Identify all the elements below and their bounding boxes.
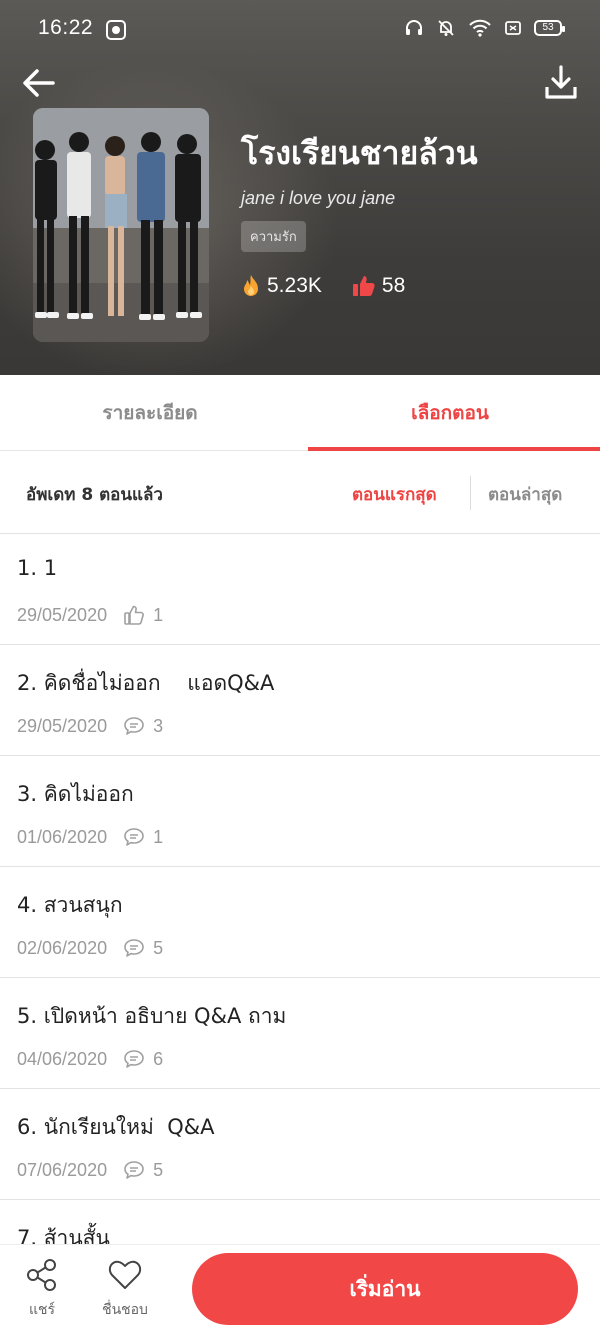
favorite-button[interactable]: ชื่นชอบ: [90, 1257, 160, 1321]
book-info: โรงเรียนชายล้วน jane i love you jane ควา…: [241, 130, 581, 298]
share-label: แชร์: [28, 1302, 56, 1318]
heart-icon: [108, 1260, 142, 1289]
favorite-label: ชื่นชอบ: [102, 1302, 148, 1318]
comment-icon: [123, 1048, 145, 1070]
comment-icon: [123, 937, 145, 959]
back-button[interactable]: [18, 62, 60, 104]
share-button[interactable]: แชร์: [7, 1257, 77, 1321]
cover-photo: [33, 108, 209, 342]
fire-icon: [244, 275, 258, 296]
episode-meta: 29/05/2020 1: [17, 604, 163, 626]
episode-title: 7. ส้านสั้น: [17, 1226, 110, 1244]
episode-meta: 04/06/2020 6: [17, 1048, 163, 1070]
episode-title: 3. คิดไม่ออก: [17, 782, 134, 806]
episode-item[interactable]: 2. คิดชื่อไม่ออก แอดQ&A 29/05/2020 3: [0, 645, 600, 756]
episode-count: 5: [153, 937, 164, 958]
bell-off-icon: [436, 18, 456, 38]
battery-icon: 53: [534, 20, 565, 36]
headphones-icon: [404, 18, 424, 38]
book-cover-image[interactable]: [33, 108, 209, 342]
status-time: 16:22: [38, 16, 94, 39]
episode-title: 4. สวนสนุก: [17, 893, 123, 917]
episode-date: 04/06/2020: [17, 1048, 108, 1069]
episode-item[interactable]: 6. นักเรียนใหม่ Q&A 07/06/2020 5: [0, 1089, 600, 1200]
episode-item[interactable]: 7. ส้านสั้น: [0, 1200, 600, 1244]
episode-meta: 02/06/2020 5: [17, 937, 163, 959]
episode-meta: 29/05/2020 3: [17, 715, 163, 737]
episode-date: 02/06/2020: [17, 937, 108, 958]
likes-stat: 58: [352, 274, 405, 298]
share-icon: [27, 1259, 56, 1291]
book-stats: 5.23K 58: [241, 274, 581, 298]
episode-date: 01/06/2020: [17, 826, 108, 847]
episode-title: 6. นักเรียนใหม่ Q&A: [17, 1115, 215, 1139]
episode-item[interactable]: 1. 1 29/05/2020 1: [0, 534, 600, 645]
episode-item[interactable]: 4. สวนสนุก 02/06/2020 5: [0, 867, 600, 978]
tab-details[interactable]: รายละเอียด: [0, 375, 300, 450]
download-icon: [545, 65, 577, 99]
tab-bar: รายละเอียด เลือกตอน: [0, 375, 600, 451]
comment-icon: [123, 715, 145, 737]
book-author[interactable]: jane i love you jane: [241, 188, 581, 209]
episode-item[interactable]: 5. เปิดหน้า อธิบาย Q&A ถาม 04/06/2020 6: [0, 978, 600, 1089]
episode-count: 3: [153, 715, 164, 736]
arrow-left-icon: [23, 69, 55, 97]
episode-count: 5: [153, 1159, 164, 1180]
tab-chapters[interactable]: เลือกตอน: [300, 375, 600, 451]
episode-count: 1: [153, 826, 164, 847]
views-stat: 5.23K: [241, 274, 322, 298]
book-header: 16:22 53 โรงเรียนชายล้วน jane i love you…: [0, 0, 600, 375]
thumbs-up-icon: [123, 604, 145, 626]
episode-list: 1. 1 29/05/2020 1 2. คิดชื่อไม่ออก แอดQ&…: [0, 534, 600, 1244]
episode-title: 2. คิดชื่อไม่ออก แอดQ&A: [17, 671, 275, 695]
sim-icon: [504, 19, 522, 37]
status-icons: 53: [404, 18, 565, 38]
sort-first-button[interactable]: ตอนแรกสุด: [352, 481, 437, 508]
bottom-action-bar: แชร์ ชื่นชอบ เริ่มอ่าน: [0, 1244, 600, 1333]
status-bar: 16:22 53: [0, 0, 600, 60]
episode-item[interactable]: 3. คิดไม่ออก 01/06/2020 1: [0, 756, 600, 867]
episode-count: 6: [153, 1048, 164, 1069]
start-reading-button[interactable]: เริ่มอ่าน: [192, 1253, 578, 1325]
episode-count: 1: [153, 604, 164, 625]
comment-icon: [123, 826, 145, 848]
episode-date: 07/06/2020: [17, 1159, 108, 1180]
wifi-icon: [468, 18, 492, 38]
chapter-sort-bar: อัพเดท 8 ตอนแล้ว ตอนแรกสุด ตอนล่าสุด: [0, 451, 600, 534]
episode-title: 5. เปิดหน้า อธิบาย Q&A ถาม: [17, 1004, 287, 1028]
episode-date: 29/05/2020: [17, 715, 108, 736]
sort-divider: [470, 476, 471, 510]
episode-meta: 07/06/2020 5: [17, 1159, 163, 1181]
episode-title: 1. 1: [17, 556, 58, 580]
comment-icon: [123, 1159, 145, 1181]
thumbs-up-filled-icon: [352, 276, 375, 296]
download-button[interactable]: [540, 62, 582, 104]
episode-meta: 01/06/2020 1: [17, 826, 163, 848]
sort-latest-button[interactable]: ตอนล่าสุด: [488, 481, 562, 508]
screen-record-icon: [106, 20, 126, 40]
book-title: โรงเรียนชายล้วน: [241, 134, 478, 172]
update-count-text: อัพเดท 8 ตอนแล้ว: [26, 485, 163, 505]
genre-tag[interactable]: ความรัก: [241, 221, 306, 252]
episode-date: 29/05/2020: [17, 604, 108, 625]
likes-count: 58: [381, 274, 406, 297]
views-count: 5.23K: [267, 274, 322, 297]
